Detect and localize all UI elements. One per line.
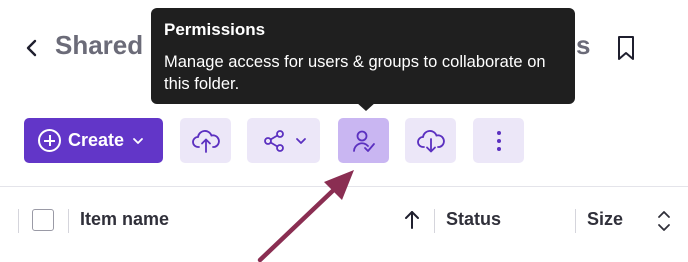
download-button[interactable] xyxy=(405,118,456,163)
more-vertical-icon xyxy=(496,130,501,151)
column-separator xyxy=(68,209,69,233)
tooltip-title: Permissions xyxy=(164,20,266,39)
plus-circle-icon xyxy=(38,129,61,152)
column-separator xyxy=(434,209,435,233)
annotation-arrow-icon xyxy=(257,170,354,262)
column-separator xyxy=(18,209,19,233)
column-separator xyxy=(575,209,576,233)
tooltip-body: Manage access for users & groups to coll… xyxy=(164,53,546,93)
sort-arrow-up-icon[interactable] xyxy=(402,208,422,232)
permissions-button[interactable] xyxy=(338,118,389,163)
download-cloud-icon xyxy=(416,129,445,152)
upload-cloud-icon xyxy=(191,129,220,153)
column-header-status[interactable]: Status xyxy=(446,209,501,230)
column-header-size[interactable]: Size xyxy=(587,209,623,230)
sort-both-icon[interactable] xyxy=(656,208,672,234)
share-icon xyxy=(263,129,284,152)
page-title: Shared xyxy=(55,30,144,60)
upload-button[interactable] xyxy=(180,118,231,163)
chevron-down-icon xyxy=(295,137,306,144)
select-all-checkbox[interactable] xyxy=(32,209,54,231)
user-check-icon xyxy=(352,130,375,152)
back-icon[interactable] xyxy=(20,32,44,64)
share-button[interactable] xyxy=(247,118,320,163)
chevron-down-icon xyxy=(133,137,143,144)
more-options-button[interactable] xyxy=(473,118,524,163)
column-header-item-name[interactable]: Item name xyxy=(80,209,169,230)
create-button-label: Create xyxy=(68,130,125,150)
bookmark-icon[interactable] xyxy=(614,34,638,62)
create-button[interactable]: Create xyxy=(24,118,163,163)
permissions-tooltip: Permissions Manage access for users & gr… xyxy=(151,8,575,104)
tooltip-pointer xyxy=(356,102,376,111)
